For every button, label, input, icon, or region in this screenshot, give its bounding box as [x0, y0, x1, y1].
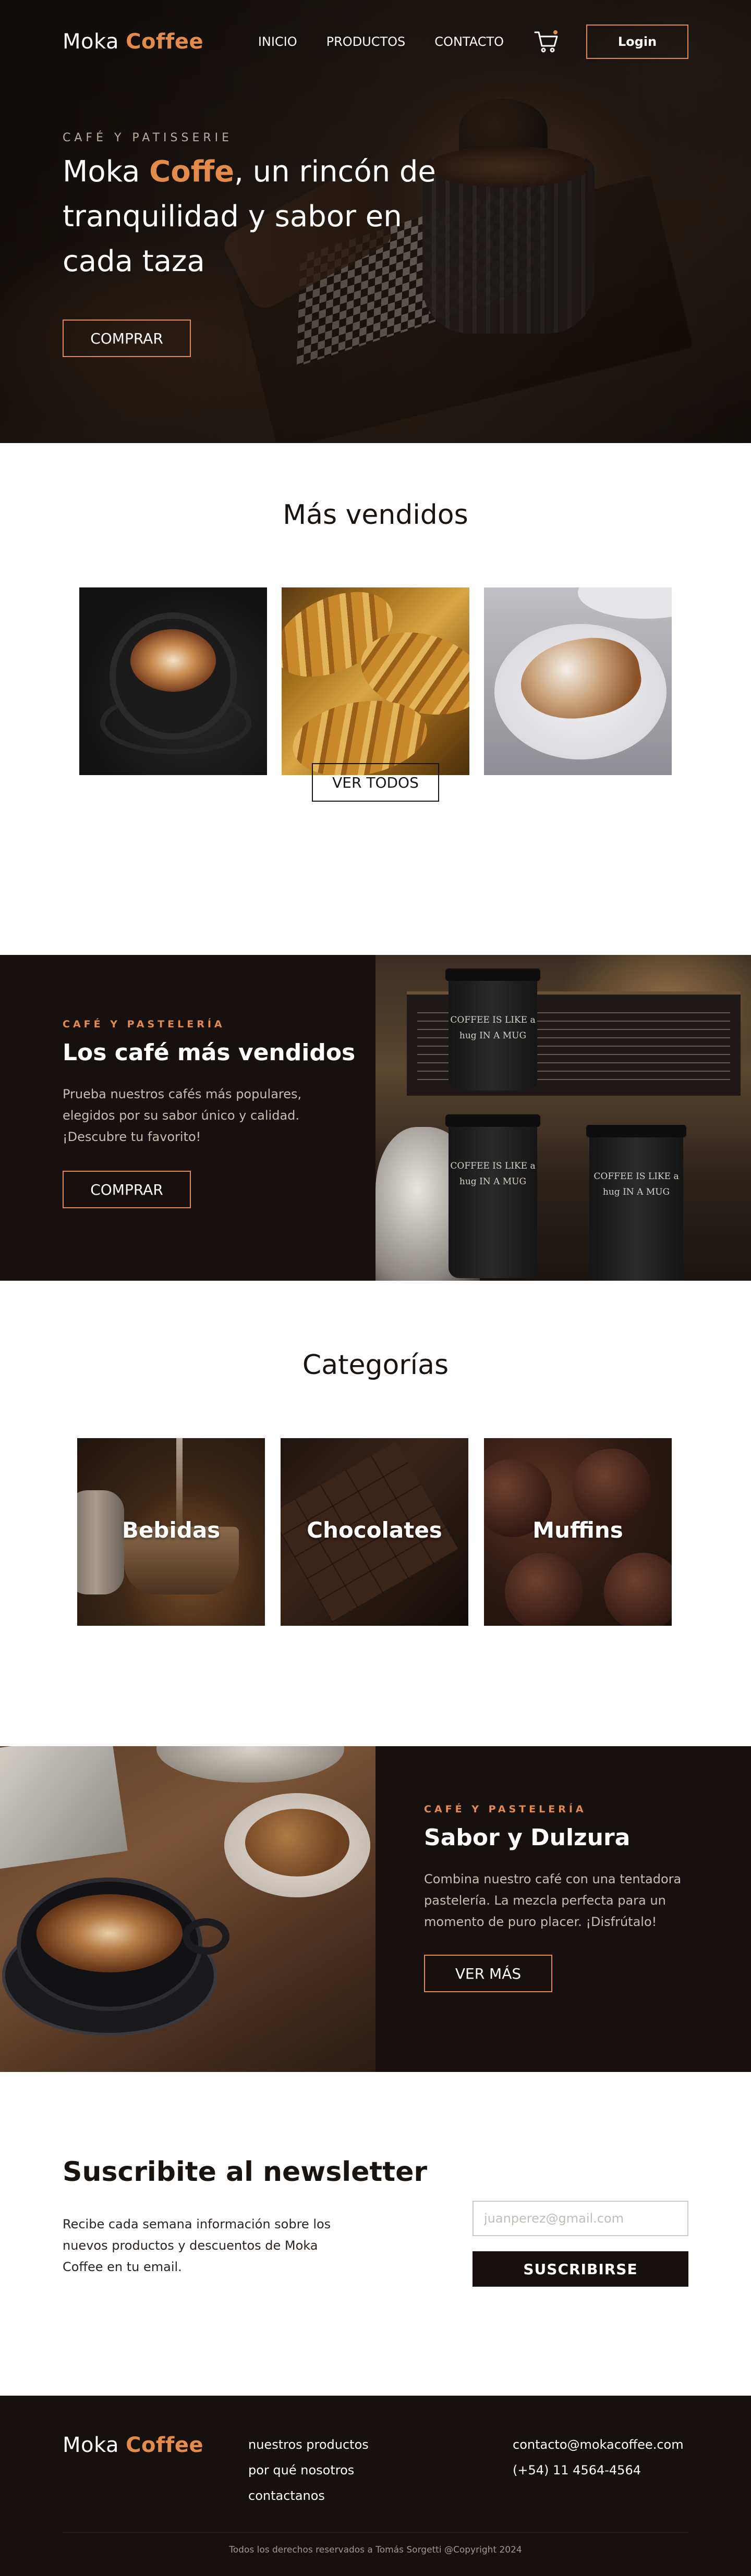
footer-email-link[interactable]: contacto@mokacoffee.com [513, 2437, 684, 2452]
category-card-muffins[interactable]: Muffins [484, 1438, 672, 1626]
categories-grid: Bebidas Chocolates Muffins [77, 1438, 672, 1626]
book-shape [0, 1746, 128, 1870]
logo-accent-text: Coffee [126, 30, 204, 54]
plate-shape [578, 587, 672, 619]
promo-sweet-section: CAFÉ Y PASTELERÍA Sabor y Dulzura Combin… [0, 1746, 751, 2072]
muffin-shape [573, 1449, 651, 1527]
footer-phone: (+54) 11 4564-4564 [513, 2463, 641, 2477]
newsletter-title: Suscribite al newsletter [63, 2156, 428, 2188]
cup-shape [21, 1882, 198, 2007]
promo-sweet-content: CAFÉ Y PASTELERÍA Sabor y Dulzura Combin… [424, 1804, 695, 1992]
category-label: Muffins [532, 1517, 623, 1543]
footer-nav: nuestros productos por qué nosotros cont… [248, 2437, 369, 2503]
bestsellers-section: Más vendidos VER TODOS [0, 443, 751, 955]
hero-title-accent: Coffe [149, 155, 235, 189]
see-more-button[interactable]: VER MÁS [424, 1955, 552, 1992]
hero-eyebrow: CAFÉ Y PATISSERIE [63, 131, 233, 144]
takeaway-cup: COFFEE IS LIKE a hug IN A MUG [445, 968, 540, 1090]
see-all-button[interactable]: VER TODOS [312, 763, 439, 802]
takeaway-cup: COFFEE IS LIKE a hug IN A MUG [586, 1125, 686, 1281]
nav-link-inicio[interactable]: INICIO [258, 34, 297, 49]
bestsellers-grid [79, 587, 672, 775]
cart-icon[interactable] [533, 28, 560, 55]
logo-text: Moka [63, 2433, 126, 2457]
footer-link-productos[interactable]: nuestros productos [248, 2437, 369, 2452]
product-card-latte[interactable] [79, 587, 267, 775]
categories-title: Categorías [302, 1350, 449, 1381]
promo-sweet-text-panel: CAFÉ Y PASTELERÍA Sabor y Dulzura Combin… [376, 1746, 751, 2072]
promo-coffee-buy-button[interactable]: COMPRAR [63, 1171, 191, 1208]
nav-link-productos[interactable]: PRODUCTOS [326, 34, 406, 49]
newsletter-email-input[interactable] [473, 2201, 688, 2236]
cup-handle-shape [183, 1918, 229, 1955]
site-footer: Moka Coffee nuestros productos por qué n… [0, 2396, 751, 2576]
footer-link-contactanos[interactable]: contactanos [248, 2488, 369, 2503]
promo-sweet-title: Sabor y Dulzura [424, 1824, 631, 1851]
hero-section: Moka Coffee INICIO PRODUCTOS CONTACTO Lo… [0, 0, 751, 443]
promo-coffee-text-panel: CAFÉ Y PASTELERÍA Los café más vendidos … [0, 955, 376, 1281]
newsletter-section: Suscribite al newsletter Recibe cada sem… [0, 2072, 751, 2396]
muffin-shape [505, 1553, 583, 1626]
cup-print-text: COFFEE IS LIKE a hug IN A MUG [593, 1171, 679, 1197]
promo-coffee-description: Prueba nuestros cafés más populares, ele… [63, 1087, 302, 1144]
footer-divider [63, 2532, 688, 2533]
bestsellers-title: Más vendidos [283, 499, 468, 531]
promo-coffee-title: Los café más vendidos [63, 1039, 356, 1066]
coffee-cookie-image [0, 1746, 376, 2072]
product-card-pastry[interactable] [484, 587, 672, 775]
hero-title: Moka Coffe, un rincón de tranquilidad y … [63, 150, 459, 284]
footer-contact: contacto@mokacoffee.com (+54) 11 4564-45… [513, 2437, 684, 2477]
login-button[interactable]: Login [586, 24, 688, 59]
muffin-shape [604, 1553, 672, 1626]
nav-link-contacto[interactable]: CONTACTO [434, 34, 504, 49]
hero-title-part1: Moka [63, 155, 150, 189]
newsletter-description: Recibe cada semana información sobre los… [63, 2217, 331, 2274]
category-card-bebidas[interactable]: Bebidas [77, 1438, 265, 1626]
category-label: Bebidas [122, 1517, 221, 1543]
footer-logo[interactable]: Moka Coffee [63, 2433, 203, 2457]
plate-shape [156, 1746, 344, 1783]
hero-buy-button[interactable]: COMPRAR [63, 320, 191, 357]
site-header: Moka Coffee INICIO PRODUCTOS CONTACTO Lo… [0, 0, 751, 83]
promo-sweet-eyebrow: CAFÉ Y PASTELERÍA [424, 1804, 587, 1815]
coffee-cups-image: COFFEE IS LIKE a hug IN A MUG COFFEE IS … [376, 955, 751, 1281]
cup-print-text: COFFEE IS LIKE a hug IN A MUG [450, 1161, 536, 1187]
product-card-croissants[interactable] [282, 587, 469, 775]
logo-text: Moka [63, 30, 126, 54]
category-label: Chocolates [307, 1517, 442, 1543]
hero-content: CAFÉ Y PATISSERIE Moka Coffe, un rincón … [63, 131, 459, 357]
subscribe-button[interactable]: SUSCRIBIRSE [473, 2251, 688, 2287]
categories-section: Categorías Bebidas Chocolates Muffins [0, 1281, 751, 1746]
cup-print-text: COFFEE IS LIKE a hug IN A MUG [450, 1015, 536, 1041]
cookie-shape [245, 1809, 349, 1876]
copyright-text: Todos los derechos reservados a Tomás So… [229, 2545, 522, 2555]
category-card-chocolates[interactable]: Chocolates [281, 1438, 468, 1626]
main-nav: INICIO PRODUCTOS CONTACTO [258, 34, 504, 49]
promo-sweet-description: Combina nuestro café con una tentadora p… [424, 1872, 682, 1929]
latte-art-shape [130, 629, 216, 692]
promo-coffee-eyebrow: CAFÉ Y PASTELERÍA [63, 1019, 225, 1030]
logo-accent-text: Coffee [126, 2433, 204, 2457]
promo-coffee-content: CAFÉ Y PASTELERÍA Los café más vendidos … [63, 1019, 355, 1208]
site-logo[interactable]: Moka Coffee [63, 30, 203, 54]
takeaway-cup: COFFEE IS LIKE a hug IN A MUG [445, 1114, 540, 1278]
footer-link-por-que[interactable]: por qué nosotros [248, 2463, 369, 2477]
promo-coffee-section: CAFÉ Y PASTELERÍA Los café más vendidos … [0, 955, 751, 1281]
